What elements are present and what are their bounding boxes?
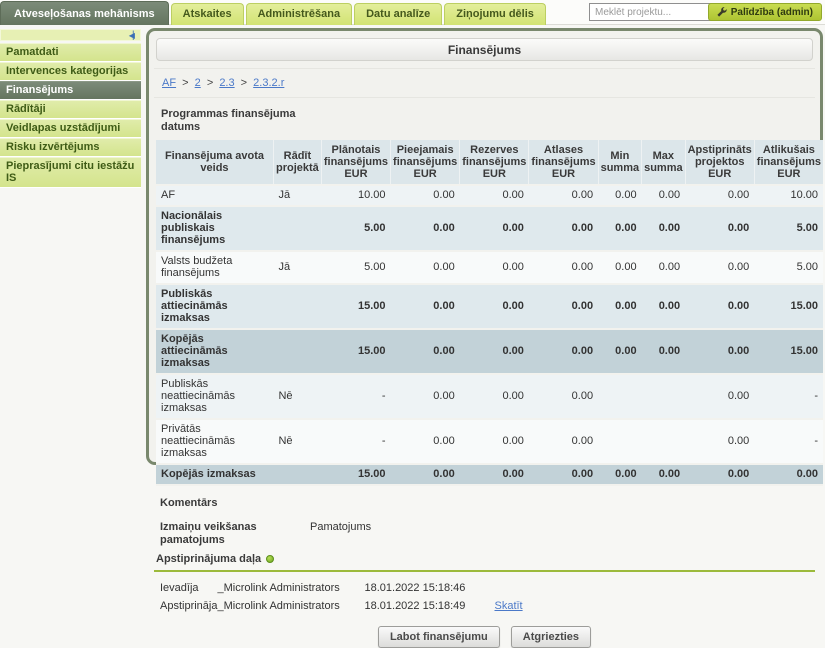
col-header-rezerves: Rezerves finansējums EUR xyxy=(460,140,529,185)
view-link[interactable]: Skatīt xyxy=(494,600,522,612)
table-row: AF Jā 10.00 0.00 0.00 0.00 0.00 0.00 0.0… xyxy=(156,185,823,206)
audit-timestamp: 18.01.2022 15:18:46 xyxy=(364,580,494,598)
table-row: Privātās neattiecināmās izmaksas Nē - 0.… xyxy=(156,419,823,464)
back-button[interactable]: Atgriezties xyxy=(511,626,591,648)
financing-table: Finansējuma avota veids Rādīt projektā P… xyxy=(156,140,823,486)
audit-info: Ievadīja _Microlink Administrators 18.01… xyxy=(160,580,523,616)
breadcrumb-link-af[interactable]: AF xyxy=(162,77,176,89)
col-header-pieejamais: Pieejamais finansējums EUR xyxy=(391,140,460,185)
audit-action-label: Ievadīja xyxy=(160,580,217,598)
sidebar-collapse-strip: ◀▏ xyxy=(0,29,141,41)
table-row: Kopējās attiecināmās izmaksas 15.00 0.00… xyxy=(156,329,823,374)
col-header-min-summa: Min summa xyxy=(598,140,642,185)
table-row: Publiskās neattiecināmās izmaksas Nē - 0… xyxy=(156,374,823,419)
top-tabs: Atveseļošanas mehānisms Atskaites Admini… xyxy=(0,0,548,25)
tab-zinojumu-delis[interactable]: Ziņojumu dēlis xyxy=(444,3,546,25)
page-title: Finansējums xyxy=(156,38,813,61)
help-admin-button[interactable]: Palīdzība (admin) xyxy=(708,3,822,21)
breadcrumb-separator: > xyxy=(207,77,213,89)
table-row: Nacionālais publiskais finansējums 5.00 … xyxy=(156,206,823,251)
audit-action-label: Apstiprināja xyxy=(160,598,217,616)
sidebar: ◀▏ Pamatdati Intervences kategorijas Fin… xyxy=(0,29,141,188)
col-header-avota-veids: Finansējuma avota veids xyxy=(156,140,273,185)
col-header-atlases: Atlases finansējums EUR xyxy=(529,140,598,185)
sidebar-item-intervences-kategorijas[interactable]: Intervences kategorijas xyxy=(0,62,141,81)
main-panel: Finansējums AF > 2 > 2.3 > 2.3.2.r Progr… xyxy=(146,28,823,465)
change-reason-value: Pamatojums xyxy=(310,521,371,547)
sidebar-item-pieprasijumi-citu-iestazu-is[interactable]: Pieprasījumi citu iestāžu IS xyxy=(0,157,141,188)
sidebar-item-veidlapas-uzstadijumi[interactable]: Veidlapas uzstādījumi xyxy=(0,119,141,138)
approval-section-header: Apstiprinājuma daļa xyxy=(156,553,815,565)
col-header-radit-projekta: Rādīt projektā xyxy=(273,140,321,185)
col-header-planotais: Plānotais finansējums EUR xyxy=(321,140,390,185)
audit-timestamp: 18.01.2022 15:18:49 xyxy=(364,598,494,616)
sidebar-item-pamatdati[interactable]: Pamatdati xyxy=(0,43,141,62)
approval-section-label: Apstiprinājuma daļa xyxy=(156,553,261,565)
top-bar: Atveseļošanas mehānisms Atskaites Admini… xyxy=(0,0,825,25)
tab-atveselosanas-mehanisms[interactable]: Atveseļošanas mehānisms xyxy=(0,1,169,25)
audit-user: _Microlink Administrators xyxy=(217,598,364,616)
col-header-max-summa: Max summa xyxy=(642,140,686,185)
breadcrumb-link-2[interactable]: 2 xyxy=(195,77,201,89)
sidebar-item-raditaji[interactable]: Rādītāji xyxy=(0,100,141,119)
audit-row-entered: Ievadīja _Microlink Administrators 18.01… xyxy=(160,580,523,598)
breadcrumb: AF > 2 > 2.3 > 2.3.2.r xyxy=(154,68,815,98)
green-dot-icon[interactable] xyxy=(266,555,274,563)
search-input[interactable] xyxy=(589,3,723,21)
table-row: Valsts budžeta finansējums Jā 5.00 0.00 … xyxy=(156,251,823,284)
breadcrumb-link-2-3[interactable]: 2.3 xyxy=(219,77,234,89)
audit-user: _Microlink Administrators xyxy=(217,580,364,598)
change-reason-label: Izmaiņu veikšanas pamatojums xyxy=(160,521,310,547)
breadcrumb-separator: > xyxy=(182,77,188,89)
button-row: Labot finansējumu Atgriezties xyxy=(154,626,815,648)
comment-label: Komentārs xyxy=(160,497,809,509)
sidebar-item-finansejums[interactable]: Finansējums xyxy=(0,81,141,100)
wrench-icon xyxy=(717,7,727,17)
breadcrumb-separator: > xyxy=(241,77,247,89)
tab-datu-analize[interactable]: Datu analīze xyxy=(354,3,442,25)
breadcrumb-link-2-3-2-r[interactable]: 2.3.2.r xyxy=(253,77,284,89)
green-divider xyxy=(154,570,815,572)
audit-row-approved: Apstiprināja _Microlink Administrators 1… xyxy=(160,598,523,616)
table-header-row: Finansējuma avota veids Rādīt projektā P… xyxy=(156,140,823,185)
program-financing-date-label: Programmas finansējuma datums xyxy=(161,108,321,134)
table-row: Kopējās izmaksas 15.00 0.00 0.00 0.00 0.… xyxy=(156,464,823,485)
col-header-atlikusais: Atlikušais finansējums EUR xyxy=(754,140,823,185)
tab-administresana[interactable]: Administrēšana xyxy=(246,3,353,25)
sidebar-collapse-icon[interactable]: ◀▏ xyxy=(129,31,137,40)
table-row: Publiskās attiecināmās izmaksas 15.00 0.… xyxy=(156,284,823,329)
change-reason-row: Izmaiņu veikšanas pamatojums Pamatojums xyxy=(160,521,809,547)
col-header-apstiprinats: Apstiprināts projektos EUR xyxy=(685,140,754,185)
edit-financing-button[interactable]: Labot finansējumu xyxy=(378,626,500,648)
help-admin-label: Palīdzība (admin) xyxy=(731,7,813,18)
tab-atskaites[interactable]: Atskaites xyxy=(171,3,244,25)
sidebar-item-risku-izvertejums[interactable]: Risku izvērtējums xyxy=(0,138,141,157)
